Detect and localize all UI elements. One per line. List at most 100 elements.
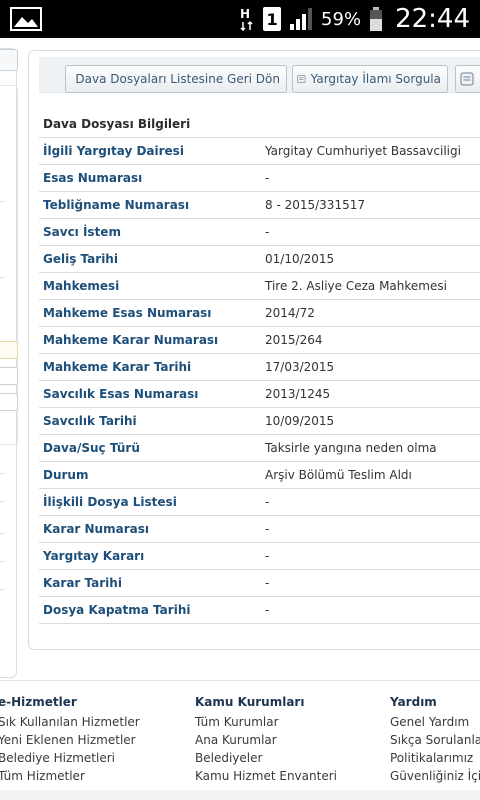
detail-row: Savcı İstem - — [39, 218, 480, 246]
detail-label: İlişkili Dosya Listesi — [39, 488, 261, 516]
footer-link[interactable]: Ana Kurumlar — [195, 731, 337, 749]
footer-column-e-services: e-Hizmetler Sık Kullanılan Hizmetler Yen… — [0, 695, 140, 785]
detail-label: Savcı İstem — [39, 218, 261, 246]
detail-label: Mahkeme Karar Tarihi — [39, 353, 261, 381]
divider — [0, 533, 5, 534]
sidebar-input[interactable] — [0, 393, 18, 411]
detail-value: - — [261, 542, 480, 570]
detail-value: 2013/1245 — [261, 380, 480, 408]
detail-value: 01/10/2015 — [261, 245, 480, 273]
divider — [0, 277, 5, 278]
detail-value: 10/09/2015 — [261, 407, 480, 435]
detail-row: Esas Numarası - — [39, 164, 480, 192]
divider — [0, 501, 5, 502]
footer-link[interactable]: Belediye Hizmetleri — [0, 749, 140, 767]
detail-label: Karar Tarihi — [39, 569, 261, 597]
detail-label: Mahkemesi — [39, 272, 261, 300]
detail-value: Taksirle yangına neden olma — [261, 434, 480, 462]
detail-row: Savcılık Esas Numarası 2013/1245 — [39, 380, 480, 408]
bottom-strip — [0, 790, 480, 800]
signal-strength-icon — [290, 8, 313, 30]
detail-value: Arşiv Bölümü Teslim Aldı — [261, 461, 480, 489]
footer-link[interactable]: Politikalarımız — [390, 749, 480, 767]
document-icon — [460, 72, 474, 86]
footer-link[interactable]: Sık Kullanılan Hizmetler — [0, 713, 140, 731]
footer-link[interactable]: Tüm Hizmetler — [0, 767, 140, 785]
sim-icon: 1 — [263, 7, 282, 31]
battery-icon — [370, 7, 383, 31]
detail-label: Savcılık Tarihi — [39, 407, 261, 435]
svg-text:H: H — [240, 7, 250, 21]
detail-value: - — [261, 515, 480, 543]
footer-heading: Kamu Kurumları — [195, 695, 305, 709]
detail-value: - — [261, 164, 480, 192]
page-content: Dava Dosyaları Listesine Geri Dön Yargıt… — [0, 38, 480, 800]
action-toolbar: Dava Dosyaları Listesine Geri Dön Yargıt… — [39, 57, 480, 93]
query-decision-button[interactable]: Yargıtay İlamı Sorgula — [292, 65, 448, 93]
sidebar-input[interactable] — [0, 341, 18, 359]
sidebar-box — [0, 85, 18, 445]
detail-value: - — [261, 218, 480, 246]
detail-value: 17/03/2015 — [261, 353, 480, 381]
detail-row: İlişkili Dosya Listesi - — [39, 488, 480, 516]
detail-row: Karar Numarası - — [39, 515, 480, 543]
footer-column-institutions: Kamu Kurumları Tüm Kurumlar Ana Kurumlar… — [195, 695, 337, 785]
detail-row: Savcılık Tarihi 10/09/2015 — [39, 407, 480, 435]
gallery-notification-icon — [10, 7, 42, 31]
status-bar: H 1 59% 22:44 — [0, 0, 480, 38]
sidebar-input[interactable] — [0, 367, 18, 385]
detail-value: 2015/264 — [261, 326, 480, 354]
back-to-list-button[interactable]: Dava Dosyaları Listesine Geri Dön — [65, 65, 287, 93]
detail-row: Durum Arşiv Bölümü Teslim Aldı — [39, 461, 480, 489]
left-sidebar — [0, 48, 18, 678]
detail-value: Yargitay Cumhuriyet Bassavciligi — [261, 137, 480, 165]
detail-label: Durum — [39, 461, 261, 489]
detail-row: Yargıtay Kararı - — [39, 542, 480, 570]
detail-label: Karar Numarası — [39, 515, 261, 543]
detail-label: Dava/Suç Türü — [39, 434, 261, 462]
footer-column-help: Yardım Genel Yardım Sıkça Sorulanlar Pol… — [390, 695, 480, 785]
hspa-signal-icon: H — [240, 7, 253, 32]
sidebar-tab[interactable] — [0, 49, 18, 71]
footer-link[interactable]: Belediyeler — [195, 749, 337, 767]
footer-link[interactable]: Kamu Hizmet Envanteri — [195, 767, 337, 785]
battery-percentage: 59% — [321, 8, 362, 30]
divider — [0, 561, 5, 562]
footer-link[interactable]: Yeni Eklenen Hizmetler — [0, 731, 140, 749]
footer-heading: e-Hizmetler — [0, 695, 77, 709]
detail-label: Esas Numarası — [39, 164, 261, 192]
detail-row: Dava/Suç Türü Taksirle yangına neden olma — [39, 434, 480, 462]
detail-label: İlgili Yargıtay Dairesi — [39, 137, 261, 165]
detail-value: 2014/72 — [261, 299, 480, 327]
divider — [0, 201, 5, 202]
detail-row: Mahkeme Esas Numarası 2014/72 — [39, 299, 480, 327]
detail-label: Geliş Tarihi — [39, 245, 261, 273]
detail-row: Geliş Tarihi 01/10/2015 — [39, 245, 480, 273]
footer-link[interactable]: Genel Yardım — [390, 713, 480, 731]
footer-link[interactable]: Tüm Kurumlar — [195, 713, 337, 731]
clock: 22:44 — [395, 4, 470, 34]
footer-link[interactable]: Sıkça Sorulanlar — [390, 731, 480, 749]
detail-row: Dosya Kapatma Tarihi - — [39, 596, 480, 624]
divider — [0, 589, 5, 590]
more-action-button[interactable] — [455, 65, 480, 93]
detail-label: Savcılık Esas Numarası — [39, 380, 261, 408]
detail-label: Mahkeme Karar Numarası — [39, 326, 261, 354]
detail-row: İlgili Yargıtay Dairesi Yargitay Cumhuriy… — [39, 137, 480, 165]
document-icon — [297, 74, 306, 84]
detail-value: Tire 2. Asliye Ceza Mahkemesi — [261, 272, 480, 300]
detail-value: - — [261, 569, 480, 597]
footer-heading: Yardım — [390, 695, 437, 709]
detail-value: 8 - 2015/331517 — [261, 191, 480, 219]
detail-row: Mahkeme Karar Numarası 2015/264 — [39, 326, 480, 354]
detail-row: Mahkeme Karar Tarihi 17/03/2015 — [39, 353, 480, 381]
footer-link[interactable]: Güvenliğiniz İçin — [390, 767, 480, 785]
divider — [0, 473, 5, 474]
detail-value: - — [261, 596, 480, 624]
detail-value: - — [261, 488, 480, 516]
footer: e-Hizmetler Sık Kullanılan Hizmetler Yen… — [0, 680, 480, 800]
detail-row: Tebliğname Numarası 8 - 2015/331517 — [39, 191, 480, 219]
detail-label: Mahkeme Esas Numarası — [39, 299, 261, 327]
detail-label: Yargıtay Kararı — [39, 542, 261, 570]
case-file-panel: Dava Dosyaları Listesine Geri Dön Yargıt… — [28, 50, 480, 650]
